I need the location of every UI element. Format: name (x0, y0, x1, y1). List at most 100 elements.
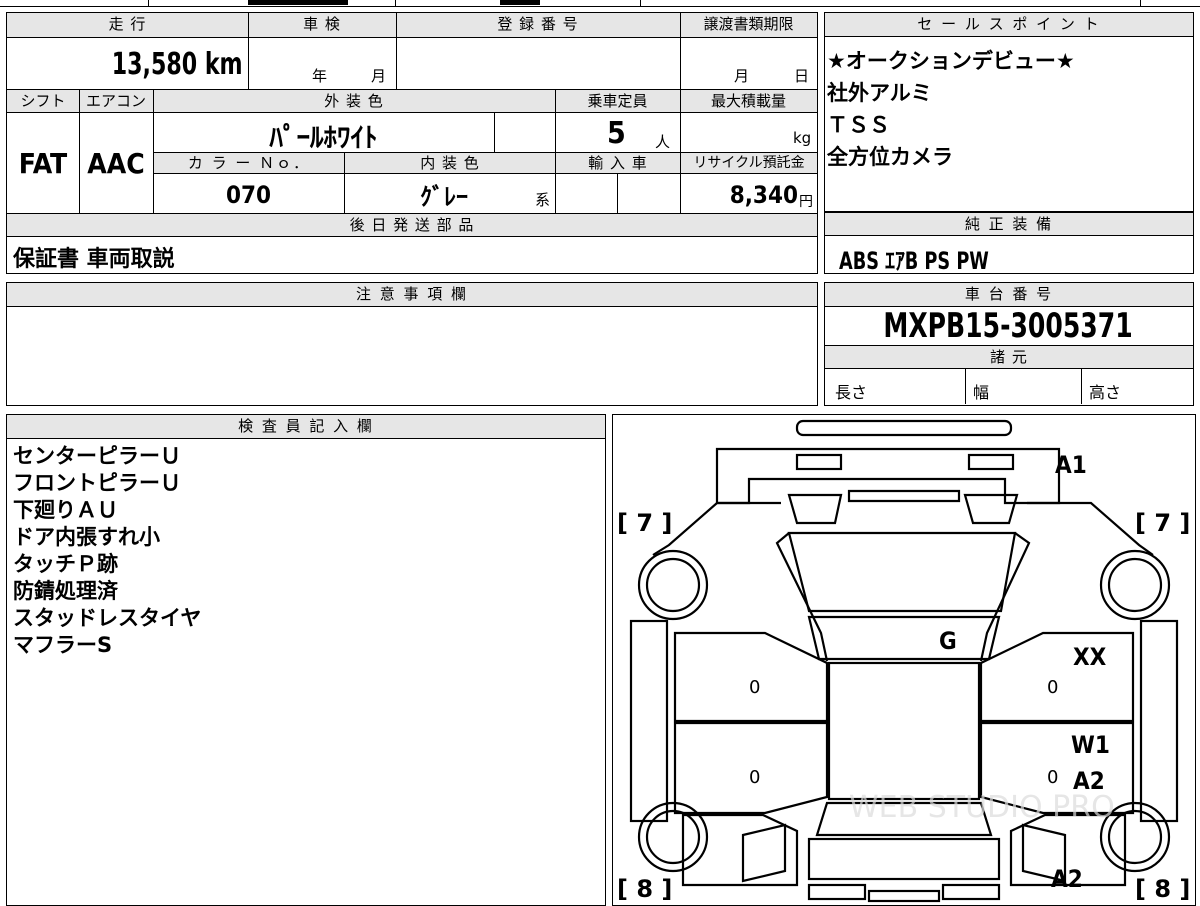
car-diagram-box: WEB STUDIO PRO A1 G XX W1 A2 A2 [ 7 ] [ … (612, 414, 1196, 906)
tire-front-left-inner (645, 557, 701, 613)
car-diagram: WEB STUDIO PRO (629, 419, 1179, 903)
specs-label: 諸 元 (825, 346, 1193, 368)
color-no-label: カ ラ ー Ｎｏ． (154, 153, 344, 173)
chassis-number: MXPB15-3005371 (883, 306, 1133, 346)
notes-box: 注 意 事 項 欄 (6, 282, 818, 406)
tire-rear-right-inner (1107, 809, 1163, 865)
later-parts-label: 後 日 発 送 部 品 (7, 214, 817, 236)
sales-point-item: 全方位カメラ (827, 145, 953, 169)
registration-label: 登 録 番 号 (396, 13, 680, 37)
front-bumper-slot (795, 419, 1013, 437)
door-zero-mark: 0 (749, 677, 761, 698)
sales-point-item: ＴＳＳ (827, 113, 890, 137)
inspector-note: 防錆処理済 (13, 579, 118, 603)
sales-points-label: セ ー ル ス ポ イ ン ト (825, 13, 1193, 37)
spec-length-label: 長さ (835, 383, 868, 402)
recycle-label: リサイクル預託金 (681, 153, 817, 173)
capacity-unit: 人 (655, 133, 671, 151)
import-label: 輸 入 車 (556, 153, 680, 173)
equipment-box: 純 正 装 備 ABS ｴｱB PS PW (824, 212, 1194, 275)
exterior-color-label: 外 装 色 (153, 90, 555, 112)
top-edge-strip (0, 0, 1200, 8)
mark-a2-rear: A2 (1051, 865, 1083, 893)
interior-color-suffix: 系 (535, 191, 551, 209)
inspector-box: 検 査 員 記 入 欄 センターピラーＵ フロントピラーＵ 下廻りＡＵ ドア内張… (6, 414, 606, 906)
sill-right (1139, 619, 1179, 823)
front-light-left (795, 453, 843, 471)
inspector-note: センターピラーＵ (13, 444, 181, 468)
chassis-label: 車 台 番 号 (825, 283, 1193, 307)
tire-depth-rear-right: [ 8 ] (1135, 875, 1191, 903)
capacity-value: 5 (607, 116, 626, 151)
transfer-month-unit: 月 (734, 67, 750, 85)
door-zero-mark: 0 (1047, 677, 1059, 698)
spec-width-label: 幅 (973, 383, 990, 402)
transfer-label: 譲渡書類期限 (680, 13, 817, 37)
grille-upper (847, 489, 961, 503)
fender-rear-left (741, 823, 787, 883)
tire-front-left (637, 549, 709, 621)
color-no-value: 070 (225, 181, 272, 209)
aircon-label: エアコン (79, 90, 153, 112)
chassis-box: 車 台 番 号 MXPB15-3005371 諸 元 長さ 幅 高さ (824, 282, 1194, 406)
door-zero-mark: 0 (1047, 767, 1059, 788)
inspector-note: ドア内張すれ小 (13, 525, 160, 549)
inspection-month-unit: 月 (371, 67, 387, 85)
sales-points-list: ★オークションデビュー★ 社外アルミ ＴＳＳ 全方位カメラ (827, 45, 1075, 173)
roof (827, 661, 981, 801)
max-load-unit: kg (793, 129, 812, 147)
mark-a1: A1 (1055, 451, 1087, 479)
mark-w1: W1 (1071, 731, 1110, 759)
tire-depth-front-left: [ 7 ] (617, 509, 673, 537)
tire-rear-left (637, 801, 709, 873)
capacity-label: 乗車定員 (555, 90, 680, 112)
inspection-label: 車 検 (248, 13, 396, 37)
mark-g: G (939, 627, 957, 655)
inspector-note: フロントピラーＵ (13, 471, 181, 495)
door-zero-mark: 0 (749, 767, 761, 788)
tire-rear-left-inner (645, 809, 701, 865)
interior-color-label: 内 装 色 (345, 153, 555, 173)
inspection-year-unit: 年 (312, 67, 328, 85)
transfer-day-unit: 日 (794, 67, 810, 85)
rear-bumper-right (941, 883, 1001, 901)
front-light-right (967, 453, 1015, 471)
inspector-label: 検 査 員 記 入 欄 (7, 415, 605, 439)
a-pillar-right (979, 532, 1031, 662)
vehicle-info-box: 走 行 車 検 登 録 番 号 譲渡書類期限 13,580 km 年 月 月 日… (6, 12, 818, 274)
aircon-value: AAC (87, 147, 145, 180)
equipment-value: ABS ｴｱB PS PW (839, 247, 989, 275)
mileage-value: 13,580 km (112, 47, 243, 82)
trunk (807, 837, 1001, 881)
diagram-watermark: WEB STUDIO PRO (849, 790, 1115, 825)
inspector-note: スタッドレスタイヤ (13, 606, 202, 630)
sales-points-box: セ ー ル ス ポ イ ン ト ★オークションデビュー★ 社外アルミ ＴＳＳ 全… (824, 12, 1194, 212)
inspector-notes-list: センターピラーＵ フロントピラーＵ 下廻りＡＵ ドア内張すれ小 タッチＰ跡 防錆… (13, 443, 201, 659)
mark-a2-side: A2 (1073, 767, 1105, 795)
mark-xx: XX (1073, 643, 1107, 671)
equipment-label: 純 正 装 備 (825, 212, 1193, 236)
inspector-note: マフラーS (13, 633, 113, 657)
windshield (807, 615, 1001, 661)
tire-front-right-inner (1107, 557, 1163, 613)
rear-bumper-left (807, 883, 867, 901)
tire-front-right (1099, 549, 1171, 621)
tire-depth-rear-left: [ 8 ] (617, 875, 673, 903)
headlamp-left (787, 493, 843, 525)
exterior-color-value: ﾊﾟｰﾙﾎﾜｲﾄ (269, 123, 378, 154)
notes-label: 注 意 事 項 欄 (7, 283, 817, 307)
spec-height-label: 高さ (1089, 383, 1122, 402)
sales-point-item: ★オークションデビュー★ (827, 49, 1075, 73)
shift-label: シフト (7, 90, 79, 112)
recycle-fee-unit: 円 (799, 194, 813, 210)
tire-depth-front-right: [ 7 ] (1135, 509, 1191, 537)
mileage-label: 走 行 (7, 13, 248, 37)
interior-color-value: ｸﾞﾚｰ (420, 183, 468, 211)
hood (787, 531, 1017, 613)
shift-value: FAT (18, 147, 68, 180)
inspector-note: タッチＰ跡 (13, 552, 118, 576)
sales-point-item: 社外アルミ (827, 81, 932, 105)
recycle-fee-value: 8,340 (729, 181, 798, 209)
max-load-label: 最大積載量 (680, 90, 817, 112)
sill-left (629, 619, 669, 823)
